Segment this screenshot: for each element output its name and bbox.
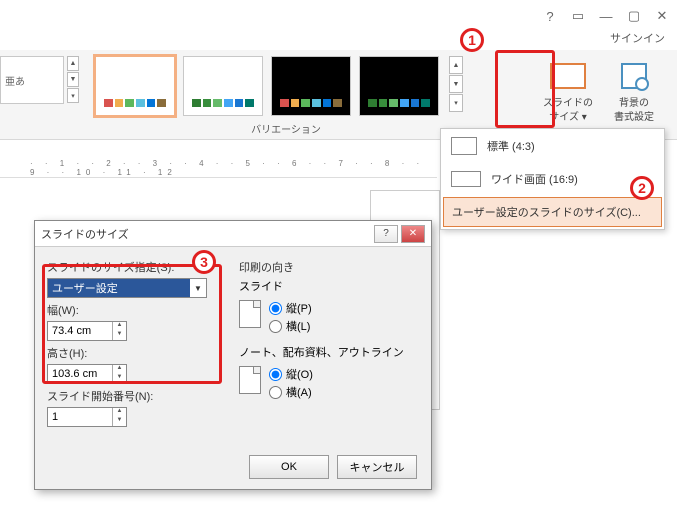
menu-item-standard[interactable]: 標準 (4:3) — [441, 129, 664, 163]
bg-label-2: 書式設定 — [605, 112, 663, 124]
cancel-button[interactable]: キャンセル — [337, 455, 417, 479]
callout-3: 3 — [192, 250, 216, 274]
start-number-label: スライド開始番号(N): — [47, 388, 227, 404]
close-icon[interactable]: ✕ — [655, 9, 669, 23]
slide-size-button[interactable]: スライドの サイズ ▾ — [539, 56, 597, 124]
ratio-16-9-icon — [451, 171, 481, 187]
height-label: 高さ(H): — [47, 345, 227, 361]
minimize-icon[interactable]: — — [599, 9, 613, 23]
radio-notes-portrait[interactable]: 縦(O) — [269, 366, 313, 382]
notes-orientation-label: ノート、配布資料、アウトライン — [239, 344, 419, 360]
slide-size-label-1: スライドの — [539, 98, 597, 110]
start-number-value: 1 — [48, 411, 112, 423]
variation-thumb-4[interactable] — [359, 56, 439, 116]
background-format-icon — [621, 63, 647, 89]
callout-1: 1 — [460, 28, 484, 52]
dialog-help-button[interactable]: ? — [374, 225, 398, 243]
size-spec-combo[interactable]: ユーザー設定 ▼ — [47, 278, 207, 298]
bg-label-1: 背景の — [605, 98, 663, 110]
variation-thumb-1[interactable] — [95, 56, 175, 116]
slide-size-menu: 標準 (4:3) ワイド画面 (16:9) ユーザー設定のスライドのサイズ(C)… — [440, 128, 665, 230]
ribbon: 亜あ ▲▼▾ ▲▼▾ バリエーション スライドの サイズ ▾ 背景の 書式設定 — [0, 50, 677, 140]
theme-thumb[interactable]: 亜あ — [0, 56, 64, 104]
radio-slide-portrait[interactable]: 縦(P) — [269, 300, 312, 316]
ratio-4-3-icon — [451, 137, 477, 155]
variation-group-label: バリエーション — [95, 121, 477, 136]
print-orientation-label: 印刷の向き — [239, 259, 419, 275]
radio-slide-landscape[interactable]: 横(L) — [269, 318, 312, 334]
callout-2: 2 — [630, 176, 654, 200]
width-label: 幅(W): — [47, 302, 227, 318]
size-spec-value: ユーザー設定 — [48, 279, 190, 297]
horizontal-ruler: · · 1 · · 2 · · 3 · · 4 · · 5 · · 6 · · … — [0, 160, 437, 178]
restore-icon[interactable]: ▢ — [627, 9, 641, 23]
radio-notes-landscape[interactable]: 横(A) — [269, 384, 313, 400]
height-spinner[interactable]: 103.6 cm ▲▼ — [47, 364, 127, 384]
help-icon[interactable]: ? — [543, 9, 557, 23]
ribbon-opts-icon[interactable]: ▭ — [571, 9, 585, 23]
dialog-close-button[interactable]: ✕ — [401, 225, 425, 243]
variation-gallery: ▲▼▾ — [95, 56, 463, 116]
menu-item-wide-label: ワイド画面 (16:9) — [491, 171, 578, 187]
ok-button[interactable]: OK — [249, 455, 329, 479]
page-icon — [239, 366, 261, 394]
signin-link[interactable]: サインイン — [610, 30, 665, 46]
menu-item-standard-label: 標準 (4:3) — [487, 138, 535, 154]
variation-gallery-scroll[interactable]: ▲▼▾ — [449, 56, 463, 116]
chevron-down-icon: ▼ — [190, 284, 206, 293]
variation-thumb-3[interactable] — [271, 56, 351, 116]
menu-item-custom-label: ユーザー設定のスライドのサイズ(C)... — [452, 204, 641, 220]
height-value: 103.6 cm — [48, 368, 112, 380]
page-icon — [239, 300, 261, 328]
start-number-spinner[interactable]: 1 ▲▼ — [47, 407, 127, 427]
menu-item-custom-size[interactable]: ユーザー設定のスライドのサイズ(C)... — [443, 197, 662, 227]
background-format-button[interactable]: 背景の 書式設定 — [605, 56, 663, 124]
slide-orientation-label: スライド — [239, 278, 419, 294]
width-value: 73.4 cm — [48, 325, 112, 337]
slide-size-dialog: スライドのサイズ ? ✕ スライドのサイズ指定(S): ユーザー設定 ▼ 幅(W… — [34, 220, 432, 490]
theme-gallery-scroll[interactable]: ▲▼▾ — [67, 56, 79, 103]
slide-size-icon — [550, 63, 586, 89]
width-spinner[interactable]: 73.4 cm ▲▼ — [47, 321, 127, 341]
slide-size-label-2: サイズ ▾ — [539, 112, 597, 124]
variation-thumb-2[interactable] — [183, 56, 263, 116]
dialog-title: スライドのサイズ — [41, 226, 371, 242]
